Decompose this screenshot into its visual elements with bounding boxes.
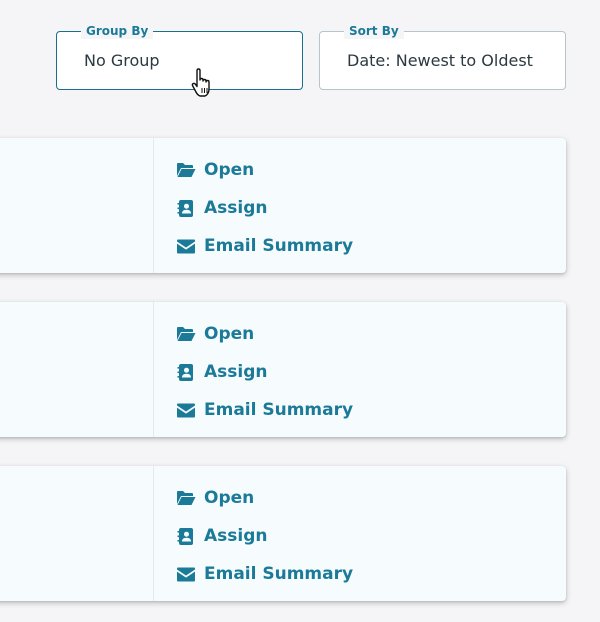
- contact-book-icon: [176, 363, 196, 381]
- assign-action[interactable]: Assign: [176, 189, 353, 227]
- open-action[interactable]: Open: [176, 315, 353, 353]
- envelope-icon: [176, 565, 196, 583]
- email-summary-label: Email Summary: [204, 400, 354, 420]
- contact-book-icon: [176, 527, 196, 545]
- assign-label: Assign: [204, 526, 268, 546]
- email-summary-action[interactable]: Email Summary: [176, 391, 353, 429]
- contact-book-icon: [176, 199, 196, 217]
- group-by-value: No Group: [84, 51, 160, 70]
- folder-open-icon: [176, 161, 196, 179]
- email-summary-label: Email Summary: [204, 564, 354, 584]
- sort-by-value: Date: Newest to Oldest: [347, 51, 533, 70]
- open-label: Open: [204, 160, 255, 180]
- open-action[interactable]: Open: [176, 151, 353, 189]
- envelope-icon: [176, 401, 196, 419]
- result-card: Open Assign Email Summary: [0, 466, 566, 601]
- open-label: Open: [204, 324, 255, 344]
- email-summary-action[interactable]: Email Summary: [176, 555, 353, 593]
- card-actions: Open Assign Email Summary: [176, 479, 353, 593]
- email-summary-label: Email Summary: [204, 236, 354, 256]
- card-divider: [153, 466, 154, 601]
- folder-open-icon: [176, 489, 196, 507]
- assign-label: Assign: [204, 362, 268, 382]
- open-action[interactable]: Open: [176, 479, 353, 517]
- card-divider: [153, 302, 154, 437]
- card-actions: Open Assign Email Summary: [176, 315, 353, 429]
- email-summary-action[interactable]: Email Summary: [176, 227, 353, 265]
- assign-action[interactable]: Assign: [176, 517, 353, 555]
- sort-by-select[interactable]: Sort By Date: Newest to Oldest: [319, 23, 566, 90]
- assign-label: Assign: [204, 198, 268, 218]
- open-label: Open: [204, 488, 255, 508]
- result-card: Open Assign Email Summary: [0, 302, 566, 437]
- hand-pointer-icon: [191, 68, 215, 98]
- folder-open-icon: [176, 325, 196, 343]
- assign-action[interactable]: Assign: [176, 353, 353, 391]
- result-card: Open Assign Email Summary: [0, 138, 566, 273]
- envelope-icon: [176, 237, 196, 255]
- card-actions: Open Assign Email Summary: [176, 151, 353, 265]
- card-divider: [153, 138, 154, 273]
- group-by-select[interactable]: Group By No Group: [56, 23, 303, 90]
